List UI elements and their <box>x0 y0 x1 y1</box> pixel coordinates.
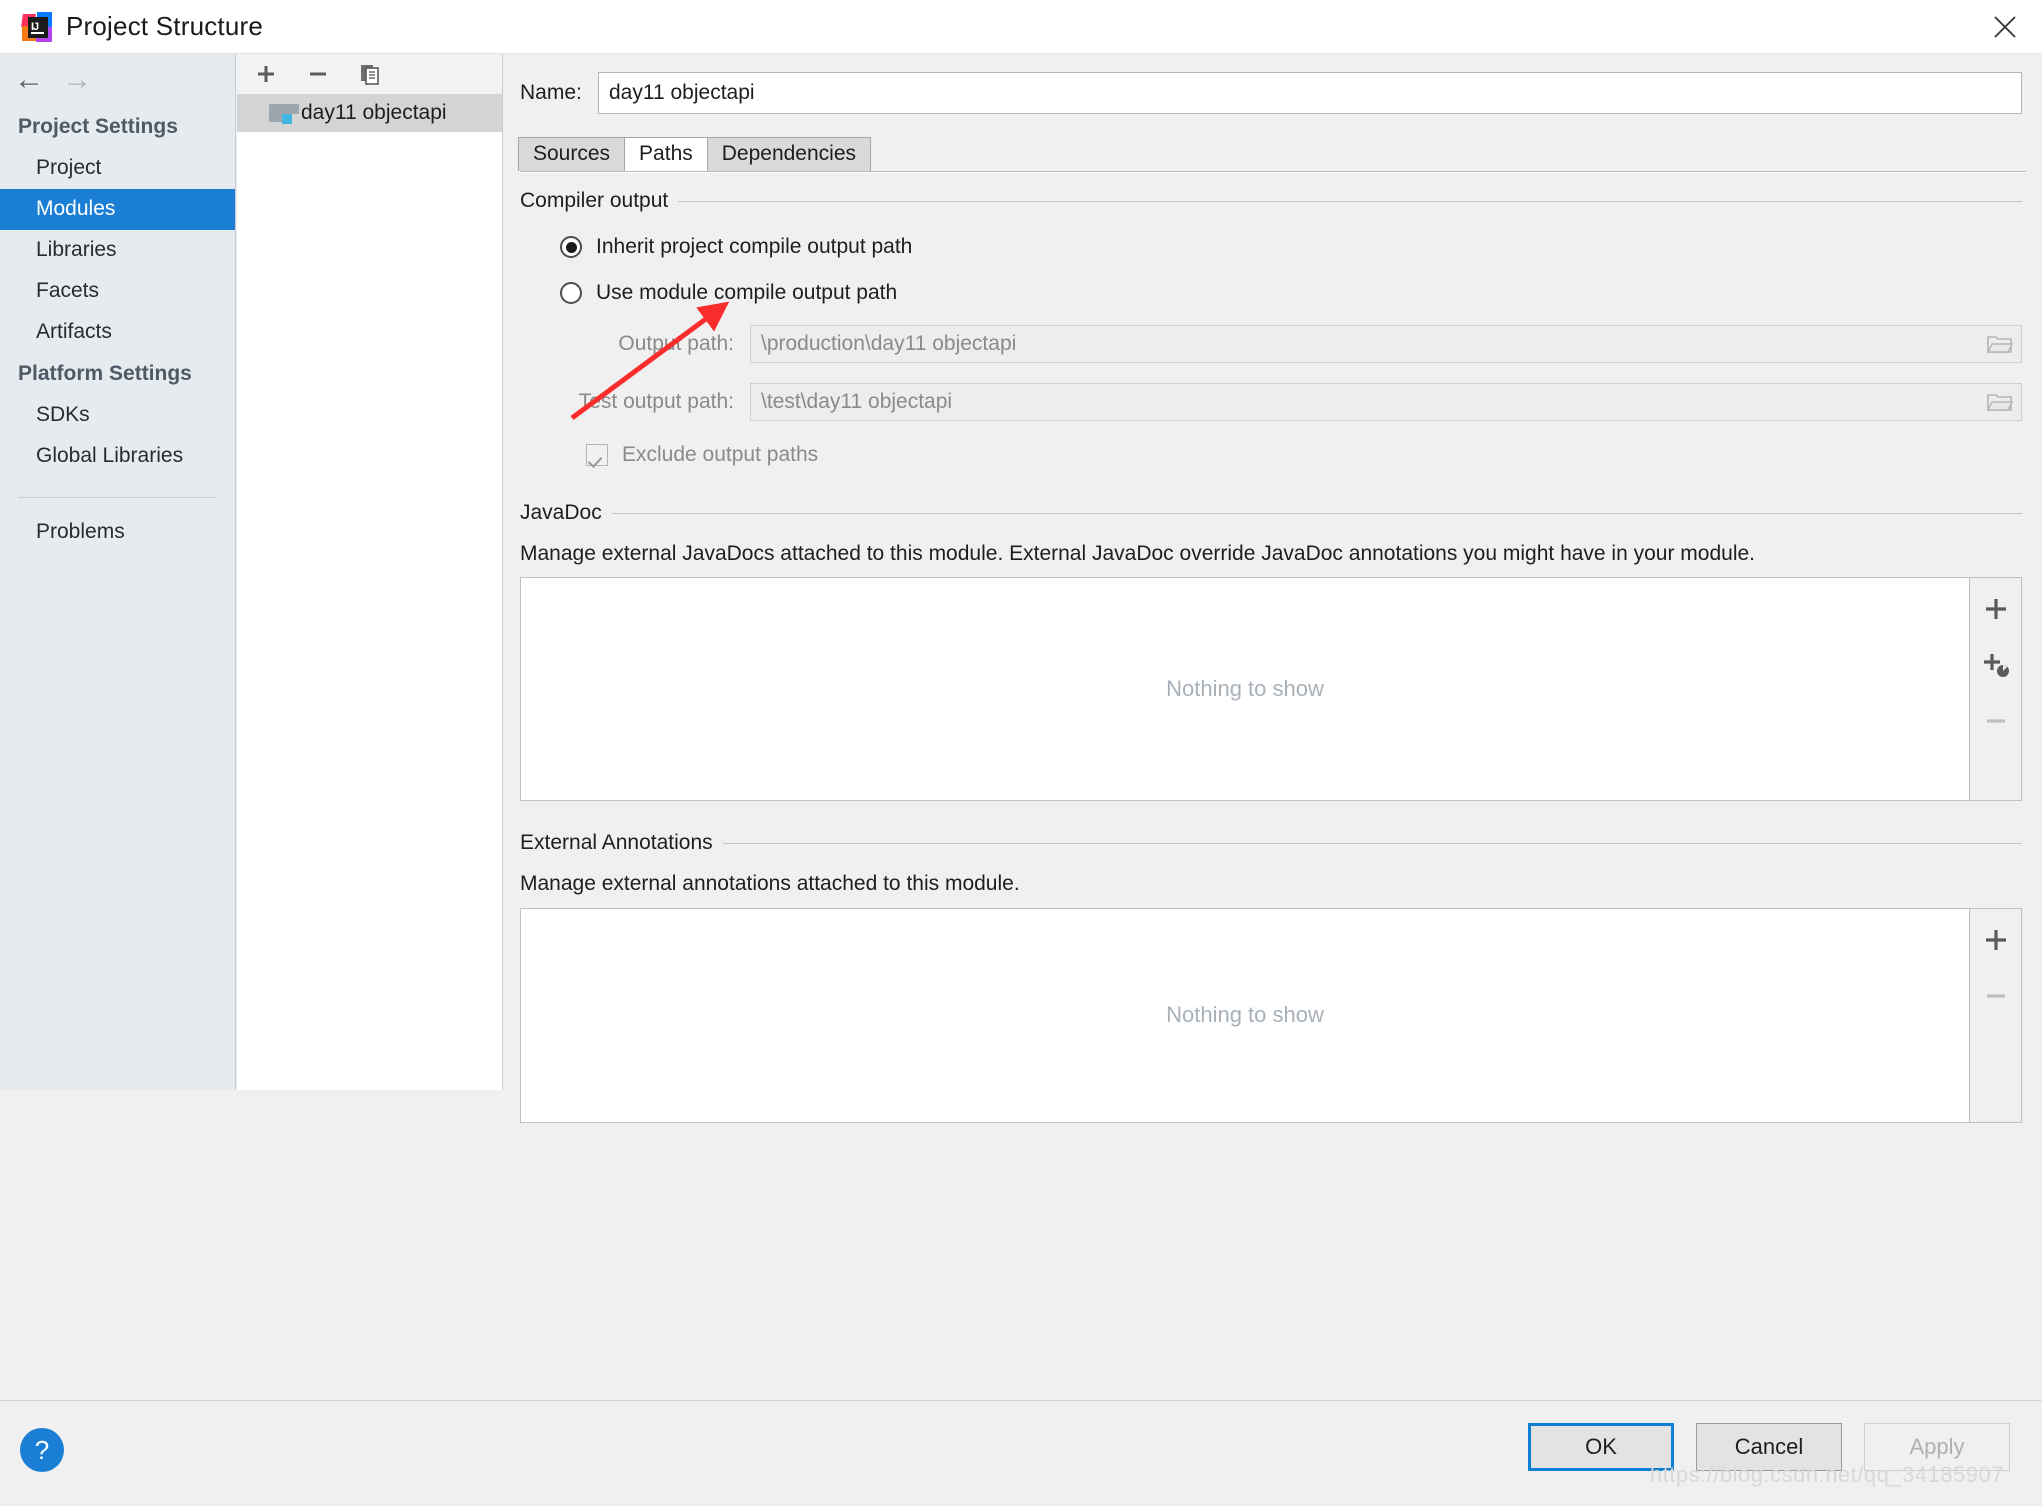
settings-tabs: Sources Paths Dependencies <box>518 136 2042 171</box>
module-name-row: Name: <box>504 54 2042 114</box>
external-annotations-title: External Annotations <box>520 831 713 855</box>
javadoc-description: Manage external JavaDocs attached to thi… <box>520 541 2000 567</box>
copy-icon[interactable] <box>357 61 383 87</box>
arrow-right-icon[interactable]: → <box>62 65 92 95</box>
add-from-disk-icon[interactable] <box>1977 646 2015 684</box>
folder-browse-icon[interactable] <box>1979 326 2021 362</box>
nav-group-platform-settings: Platform Settings <box>0 353 235 395</box>
radio-use-module-output[interactable]: Use module compile output path <box>520 281 2022 305</box>
group-divider <box>678 201 2022 202</box>
sidebar-item-modules[interactable]: Modules <box>0 189 235 230</box>
exclude-output-paths-row[interactable]: Exclude output paths <box>520 443 2022 467</box>
sidebar-item-artifacts[interactable]: Artifacts <box>0 312 235 353</box>
javadoc-list-buttons <box>1970 577 2022 801</box>
group-divider <box>723 843 2022 844</box>
add-module-button[interactable] <box>253 61 279 87</box>
test-output-path-value: \test\day11 objectapi <box>751 390 1979 414</box>
test-output-path-label: Test output path: <box>520 390 750 414</box>
tab-dependencies[interactable]: Dependencies <box>707 137 871 171</box>
test-output-path-field[interactable]: \test\day11 objectapi <box>750 383 2022 421</box>
watermark-text: https://blog.csdn.net/qq_34185907 <box>1650 1462 2004 1488</box>
javadoc-empty-text: Nothing to show <box>1166 676 1324 702</box>
test-output-path-row: Test output path: \test\day11 objectapi <box>520 383 2022 421</box>
external-annotations-empty-text: Nothing to show <box>1166 1002 1324 1028</box>
sidebar-item-sdks[interactable]: SDKs <box>0 395 235 436</box>
close-icon[interactable] <box>1968 0 2042 54</box>
javadoc-group: JavaDoc Manage external JavaDocs attache… <box>520 501 2022 801</box>
radio-use-module-label: Use module compile output path <box>596 281 897 305</box>
external-annotations-list[interactable]: Nothing to show <box>520 908 1970 1123</box>
sidebar-item-global-libraries[interactable]: Global Libraries <box>0 436 235 477</box>
group-divider <box>612 513 2022 514</box>
radio-inherit-label: Inherit project compile output path <box>596 235 912 259</box>
output-path-label: Output path: <box>520 332 750 356</box>
compiler-output-group: Compiler output Inherit project compile … <box>520 189 2022 467</box>
checkbox-exclude-output-paths[interactable] <box>586 444 608 466</box>
minus-icon[interactable] <box>1977 702 2015 740</box>
output-path-value: \production\day11 objectapi <box>751 332 1979 356</box>
nav-group-project-settings: Project Settings <box>0 106 235 148</box>
intellij-idea-logo-icon: IJ <box>22 12 52 42</box>
sidebar-item-libraries[interactable]: Libraries <box>0 230 235 271</box>
name-label: Name: <box>520 81 598 105</box>
dialog-footer: ? OK Cancel Apply https://blog.csdn.net/… <box>0 1400 2042 1506</box>
compiler-output-header: Compiler output <box>520 189 2022 213</box>
sidebar-item-project[interactable]: Project <box>0 148 235 189</box>
tab-paths[interactable]: Paths <box>624 137 708 171</box>
module-name-label: day11 objectapi <box>301 101 447 125</box>
sidebar-divider <box>18 497 217 498</box>
output-path-field[interactable]: \production\day11 objectapi <box>750 325 2022 363</box>
title-bar: IJ Project Structure <box>0 0 2042 54</box>
external-annotations-header: External Annotations <box>520 831 2022 855</box>
tab-sources[interactable]: Sources <box>518 137 625 171</box>
output-path-row: Output path: \production\day11 objectapi <box>520 325 2022 363</box>
javadoc-header: JavaDoc <box>520 501 2022 525</box>
javadoc-title: JavaDoc <box>520 501 602 525</box>
settings-sidebar: ← → Project Settings Project Modules Lib… <box>0 54 236 1090</box>
folder-browse-icon[interactable] <box>1979 384 2021 420</box>
arrow-left-icon[interactable]: ← <box>14 65 44 95</box>
external-annotations-description: Manage external annotations attached to … <box>520 871 2022 897</box>
module-list-toolbar <box>237 54 502 94</box>
tab-panel-divider <box>520 171 2026 173</box>
compiler-output-title: Compiler output <box>520 189 668 213</box>
external-annotations-list-buttons <box>1970 908 2022 1123</box>
external-annotations-list-panel: Nothing to show <box>520 908 2022 1123</box>
radio-inherit-project-output[interactable]: Inherit project compile output path <box>520 235 2022 259</box>
radio-button-icon[interactable] <box>560 282 582 304</box>
remove-module-button[interactable] <box>305 61 331 87</box>
radio-button-selected-icon[interactable] <box>560 236 582 258</box>
sidebar-item-facets[interactable]: Facets <box>0 271 235 312</box>
list-item[interactable]: day11 objectapi <box>237 94 502 132</box>
window-title: Project Structure <box>66 11 263 42</box>
module-settings-panel: Name: Sources Paths Dependencies Compile… <box>504 54 2042 1090</box>
module-name-input[interactable] <box>598 72 2022 114</box>
plus-icon[interactable] <box>1977 590 2015 628</box>
javadoc-list-panel: Nothing to show <box>520 577 2022 801</box>
module-folder-icon <box>269 104 291 122</box>
exclude-output-paths-label: Exclude output paths <box>622 443 818 467</box>
nav-history-controls: ← → <box>0 54 235 106</box>
sidebar-item-problems[interactable]: Problems <box>0 512 235 553</box>
project-structure-dialog: IJ Project Structure ← → Project Setting… <box>0 0 2042 1506</box>
help-icon[interactable]: ? <box>20 1428 64 1472</box>
javadoc-list[interactable]: Nothing to show <box>520 577 1970 801</box>
minus-icon[interactable] <box>1977 977 2015 1015</box>
external-annotations-group: External Annotations Manage external ann… <box>520 831 2022 1122</box>
plus-icon[interactable] <box>1977 921 2015 959</box>
module-list-pane: day11 objectapi <box>237 54 503 1090</box>
